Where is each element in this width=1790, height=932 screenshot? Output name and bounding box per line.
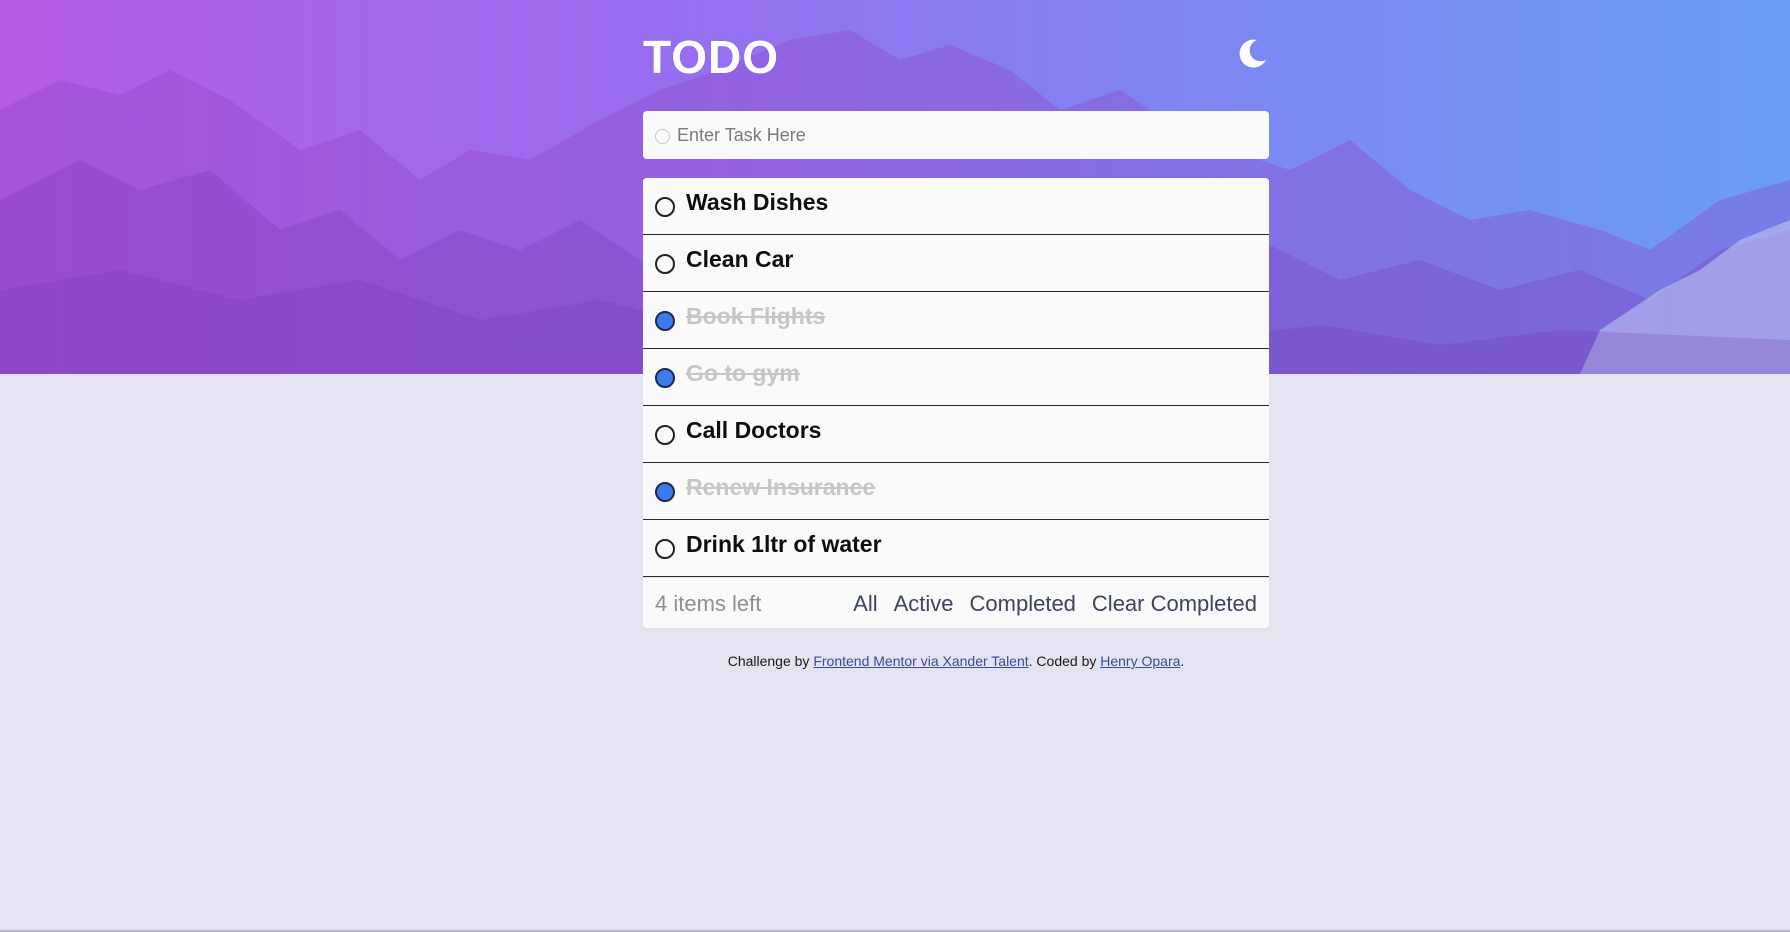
list-footer: 4 items left All Active Completed Clear …	[643, 578, 1269, 628]
items-left-count: 4 items left	[655, 591, 762, 616]
task-checkbox[interactable]	[655, 368, 675, 388]
task-item[interactable]: Call Doctors	[643, 406, 1269, 463]
task-checkbox[interactable]	[655, 425, 675, 445]
new-task-circle-icon	[655, 129, 670, 144]
challenge-link[interactable]: Frontend Mentor via Xander Talent	[813, 653, 1028, 669]
filter-active-button[interactable]: Active	[894, 591, 954, 617]
app-title: TODO	[643, 31, 780, 83]
task-item[interactable]: Book Flights	[643, 292, 1269, 349]
task-checkbox[interactable]	[655, 482, 675, 502]
attribution-middle: . Coded by	[1028, 653, 1101, 669]
theme-toggle-button[interactable]	[1235, 36, 1269, 70]
task-checkbox[interactable]	[655, 197, 675, 217]
task-label: Clean Car	[686, 246, 794, 272]
task-label: Call Doctors	[686, 417, 822, 443]
task-label: Wash Dishes	[686, 189, 829, 215]
task-list: Wash Dishes Clean Car Book Flights Go to…	[643, 178, 1269, 577]
task-checkbox[interactable]	[655, 254, 675, 274]
task-item[interactable]: Go to gym	[643, 349, 1269, 406]
filter-all-button[interactable]: All	[853, 591, 877, 617]
attribution-suffix: .	[1180, 653, 1185, 669]
clear-completed-button[interactable]: Clear Completed	[1092, 591, 1257, 617]
task-label: Book Flights	[686, 303, 826, 329]
task-item[interactable]: Drink 1ltr of water	[643, 520, 1269, 577]
task-item[interactable]: Renew Insurance	[643, 463, 1269, 520]
moon-icon	[1239, 39, 1266, 68]
task-checkbox[interactable]	[655, 539, 675, 559]
task-label: Renew Insurance	[686, 474, 876, 500]
task-label: Drink 1ltr of water	[686, 531, 882, 557]
filter-bar: All Active Completed Clear Completed	[853, 591, 1257, 617]
app-header: TODO	[643, 28, 1269, 83]
task-checkbox[interactable]	[655, 311, 675, 331]
task-item[interactable]: Clean Car	[643, 235, 1269, 292]
filter-completed-button[interactable]: Completed	[970, 591, 1076, 617]
task-item[interactable]: Wash Dishes	[643, 178, 1269, 235]
new-task-bar	[643, 111, 1269, 159]
attribution: Challenge by Frontend Mentor via Xander …	[643, 653, 1269, 669]
attribution-prefix: Challenge by	[727, 653, 814, 669]
new-task-input[interactable]	[677, 111, 1257, 159]
task-label: Go to gym	[686, 360, 800, 386]
author-link[interactable]: Henry Opara	[1100, 653, 1180, 669]
